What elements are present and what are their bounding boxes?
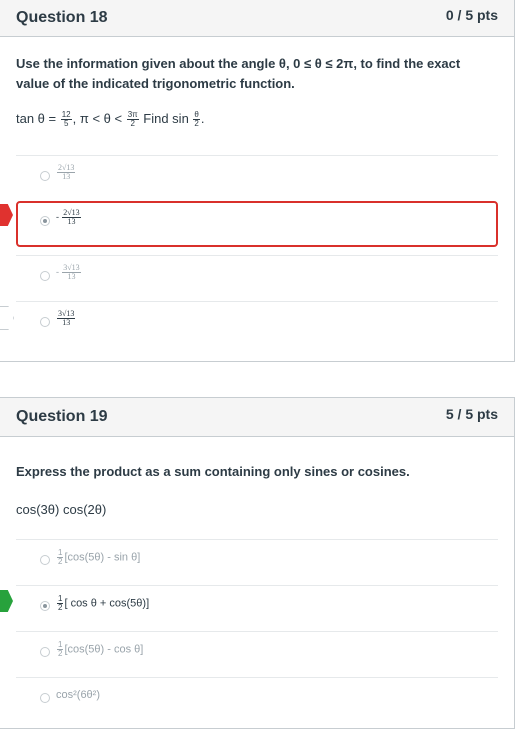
radio-button[interactable]	[40, 171, 50, 181]
given-find: Find sin	[139, 111, 193, 126]
question-19-card: Question 19 5 / 5 pts Express the produc…	[0, 397, 515, 729]
question-points: 0 / 5 pts	[445, 7, 498, 23]
given-end: .	[200, 111, 205, 126]
radio-button[interactable]	[40, 647, 50, 657]
question-prompt: Express the product as a sum containing …	[16, 464, 410, 479]
answer-expression: - 3√13 13	[56, 263, 81, 281]
answer-option[interactable]: - 3√13 13	[16, 255, 498, 302]
radio-button[interactable]	[40, 555, 50, 565]
answer-expression: 1 2 [cos(5θ) - cos θ]	[57, 640, 144, 658]
radio-button-checked[interactable]	[40, 216, 50, 226]
question-title: Question 18	[16, 9, 108, 26]
question-prompt: Use the information given about the angl…	[16, 56, 461, 91]
question-given: tan θ = 12 5, π < θ < 3π 2 Find sin θ2.	[16, 111, 205, 128]
answer-expression: cos²(6θ²)	[56, 689, 101, 701]
question-header: Question 18 0 / 5 pts	[0, 0, 514, 37]
answer-expression: 1 2 [cos(5θ) - sin θ]	[57, 548, 141, 566]
answer-option[interactable]: 2√13 13	[16, 155, 498, 202]
answer-option[interactable]: 1 2 [cos(5θ) - cos θ]	[16, 631, 498, 678]
answer-expression: 3√13 13	[57, 309, 76, 327]
fraction-theta-2: θ2	[193, 110, 200, 129]
fraction-3pi-2: 3π 2	[126, 110, 139, 129]
radio-button[interactable]	[40, 693, 50, 703]
answer-option-selected-incorrect[interactable]: - 2√13 13	[16, 201, 498, 247]
question-expression: cos(3θ) cos(2θ)	[16, 502, 107, 517]
radio-button[interactable]	[40, 271, 50, 281]
answer-option[interactable]: cos²(6θ²)	[16, 677, 498, 724]
answer-option-selected-correct[interactable]: 1 2[ cos θ + cos(5θ)]	[16, 585, 498, 632]
fraction-12-5: 12 5	[60, 110, 72, 129]
answer-option[interactable]: 1 2 [cos(5θ) - sin θ]	[16, 539, 498, 586]
answer-expression: - 2√13 13	[56, 208, 81, 226]
answer-option-correct[interactable]: 3√13 13	[16, 301, 498, 348]
answer-expression: 1 2[ cos θ + cos(5θ)]	[57, 594, 150, 612]
question-title: Question 19	[16, 408, 108, 425]
given-mid: , π < θ <	[72, 111, 126, 126]
question-18-card: Question 18 0 / 5 pts Use the informatio…	[0, 0, 515, 362]
radio-button[interactable]	[40, 317, 50, 327]
answer-expression: 2√13 13	[57, 163, 76, 181]
question-header: Question 19 5 / 5 pts	[0, 398, 514, 437]
radio-button-checked[interactable]	[40, 601, 50, 611]
question-points: 5 / 5 pts	[445, 406, 498, 422]
given-lead: tan θ =	[16, 111, 60, 126]
